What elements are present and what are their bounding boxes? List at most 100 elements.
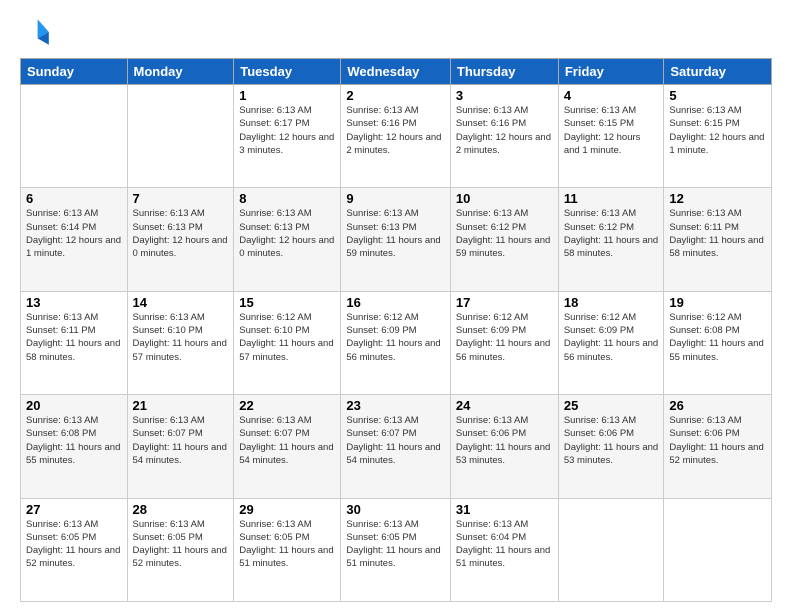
day-info: Sunrise: 6:13 AM Sunset: 6:05 PM Dayligh… [26,518,122,571]
col-sunday: Sunday [21,59,128,85]
day-info: Sunrise: 6:13 AM Sunset: 6:16 PM Dayligh… [456,104,553,157]
day-cell: 5Sunrise: 6:13 AM Sunset: 6:15 PM Daylig… [664,85,772,188]
day-cell: 26Sunrise: 6:13 AM Sunset: 6:06 PM Dayli… [664,395,772,498]
day-info: Sunrise: 6:13 AM Sunset: 6:13 PM Dayligh… [239,207,335,260]
week-row-1: 1Sunrise: 6:13 AM Sunset: 6:17 PM Daylig… [21,85,772,188]
day-cell: 16Sunrise: 6:12 AM Sunset: 6:09 PM Dayli… [341,291,451,394]
header-row: Sunday Monday Tuesday Wednesday Thursday… [21,59,772,85]
day-number: 24 [456,398,553,413]
day-number: 7 [133,191,229,206]
day-cell: 24Sunrise: 6:13 AM Sunset: 6:06 PM Dayli… [450,395,558,498]
day-info: Sunrise: 6:13 AM Sunset: 6:11 PM Dayligh… [669,207,766,260]
page: Sunday Monday Tuesday Wednesday Thursday… [0,0,792,612]
day-cell: 23Sunrise: 6:13 AM Sunset: 6:07 PM Dayli… [341,395,451,498]
day-cell: 9Sunrise: 6:13 AM Sunset: 6:13 PM Daylig… [341,188,451,291]
day-info: Sunrise: 6:13 AM Sunset: 6:07 PM Dayligh… [239,414,335,467]
week-row-5: 27Sunrise: 6:13 AM Sunset: 6:05 PM Dayli… [21,498,772,601]
day-number: 13 [26,295,122,310]
day-cell: 10Sunrise: 6:13 AM Sunset: 6:12 PM Dayli… [450,188,558,291]
day-info: Sunrise: 6:13 AM Sunset: 6:07 PM Dayligh… [133,414,229,467]
day-cell: 4Sunrise: 6:13 AM Sunset: 6:15 PM Daylig… [558,85,664,188]
day-cell: 8Sunrise: 6:13 AM Sunset: 6:13 PM Daylig… [234,188,341,291]
day-info: Sunrise: 6:13 AM Sunset: 6:04 PM Dayligh… [456,518,553,571]
day-info: Sunrise: 6:13 AM Sunset: 6:10 PM Dayligh… [133,311,229,364]
day-number: 28 [133,502,229,517]
day-cell [664,498,772,601]
day-info: Sunrise: 6:13 AM Sunset: 6:17 PM Dayligh… [239,104,335,157]
day-number: 27 [26,502,122,517]
col-monday: Monday [127,59,234,85]
day-info: Sunrise: 6:13 AM Sunset: 6:06 PM Dayligh… [669,414,766,467]
day-cell: 30Sunrise: 6:13 AM Sunset: 6:05 PM Dayli… [341,498,451,601]
day-cell: 13Sunrise: 6:13 AM Sunset: 6:11 PM Dayli… [21,291,128,394]
day-cell: 21Sunrise: 6:13 AM Sunset: 6:07 PM Dayli… [127,395,234,498]
day-info: Sunrise: 6:13 AM Sunset: 6:13 PM Dayligh… [133,207,229,260]
day-cell: 27Sunrise: 6:13 AM Sunset: 6:05 PM Dayli… [21,498,128,601]
day-cell [21,85,128,188]
day-info: Sunrise: 6:13 AM Sunset: 6:16 PM Dayligh… [346,104,445,157]
day-number: 20 [26,398,122,413]
day-info: Sunrise: 6:13 AM Sunset: 6:08 PM Dayligh… [26,414,122,467]
day-info: Sunrise: 6:12 AM Sunset: 6:08 PM Dayligh… [669,311,766,364]
day-info: Sunrise: 6:13 AM Sunset: 6:11 PM Dayligh… [26,311,122,364]
col-friday: Friday [558,59,664,85]
day-number: 12 [669,191,766,206]
day-number: 15 [239,295,335,310]
day-info: Sunrise: 6:13 AM Sunset: 6:06 PM Dayligh… [564,414,659,467]
day-number: 18 [564,295,659,310]
day-info: Sunrise: 6:13 AM Sunset: 6:06 PM Dayligh… [456,414,553,467]
day-number: 2 [346,88,445,103]
day-cell: 19Sunrise: 6:12 AM Sunset: 6:08 PM Dayli… [664,291,772,394]
day-number: 21 [133,398,229,413]
day-number: 19 [669,295,766,310]
day-cell: 17Sunrise: 6:12 AM Sunset: 6:09 PM Dayli… [450,291,558,394]
day-number: 9 [346,191,445,206]
col-wednesday: Wednesday [341,59,451,85]
day-cell: 12Sunrise: 6:13 AM Sunset: 6:11 PM Dayli… [664,188,772,291]
day-info: Sunrise: 6:13 AM Sunset: 6:05 PM Dayligh… [133,518,229,571]
day-info: Sunrise: 6:13 AM Sunset: 6:05 PM Dayligh… [346,518,445,571]
day-info: Sunrise: 6:12 AM Sunset: 6:09 PM Dayligh… [346,311,445,364]
day-info: Sunrise: 6:12 AM Sunset: 6:10 PM Dayligh… [239,311,335,364]
calendar-header: Sunday Monday Tuesday Wednesday Thursday… [21,59,772,85]
day-number: 6 [26,191,122,206]
day-number: 11 [564,191,659,206]
day-cell: 20Sunrise: 6:13 AM Sunset: 6:08 PM Dayli… [21,395,128,498]
col-tuesday: Tuesday [234,59,341,85]
day-info: Sunrise: 6:13 AM Sunset: 6:07 PM Dayligh… [346,414,445,467]
logo-icon [20,16,52,48]
day-number: 3 [456,88,553,103]
header [20,16,772,48]
day-cell: 6Sunrise: 6:13 AM Sunset: 6:14 PM Daylig… [21,188,128,291]
day-info: Sunrise: 6:13 AM Sunset: 6:15 PM Dayligh… [564,104,659,157]
day-cell: 3Sunrise: 6:13 AM Sunset: 6:16 PM Daylig… [450,85,558,188]
day-number: 8 [239,191,335,206]
day-number: 4 [564,88,659,103]
day-info: Sunrise: 6:12 AM Sunset: 6:09 PM Dayligh… [564,311,659,364]
day-cell: 28Sunrise: 6:13 AM Sunset: 6:05 PM Dayli… [127,498,234,601]
day-info: Sunrise: 6:13 AM Sunset: 6:12 PM Dayligh… [456,207,553,260]
day-number: 23 [346,398,445,413]
week-row-2: 6Sunrise: 6:13 AM Sunset: 6:14 PM Daylig… [21,188,772,291]
day-cell: 7Sunrise: 6:13 AM Sunset: 6:13 PM Daylig… [127,188,234,291]
day-number: 1 [239,88,335,103]
day-number: 14 [133,295,229,310]
logo [20,16,56,48]
day-cell: 22Sunrise: 6:13 AM Sunset: 6:07 PM Dayli… [234,395,341,498]
day-info: Sunrise: 6:13 AM Sunset: 6:14 PM Dayligh… [26,207,122,260]
day-info: Sunrise: 6:13 AM Sunset: 6:13 PM Dayligh… [346,207,445,260]
day-cell: 14Sunrise: 6:13 AM Sunset: 6:10 PM Dayli… [127,291,234,394]
calendar-body: 1Sunrise: 6:13 AM Sunset: 6:17 PM Daylig… [21,85,772,602]
day-number: 5 [669,88,766,103]
day-cell: 25Sunrise: 6:13 AM Sunset: 6:06 PM Dayli… [558,395,664,498]
day-number: 30 [346,502,445,517]
day-number: 31 [456,502,553,517]
calendar-table: Sunday Monday Tuesday Wednesday Thursday… [20,58,772,602]
day-cell: 2Sunrise: 6:13 AM Sunset: 6:16 PM Daylig… [341,85,451,188]
day-number: 10 [456,191,553,206]
day-info: Sunrise: 6:13 AM Sunset: 6:05 PM Dayligh… [239,518,335,571]
day-cell [558,498,664,601]
day-number: 25 [564,398,659,413]
col-saturday: Saturday [664,59,772,85]
col-thursday: Thursday [450,59,558,85]
